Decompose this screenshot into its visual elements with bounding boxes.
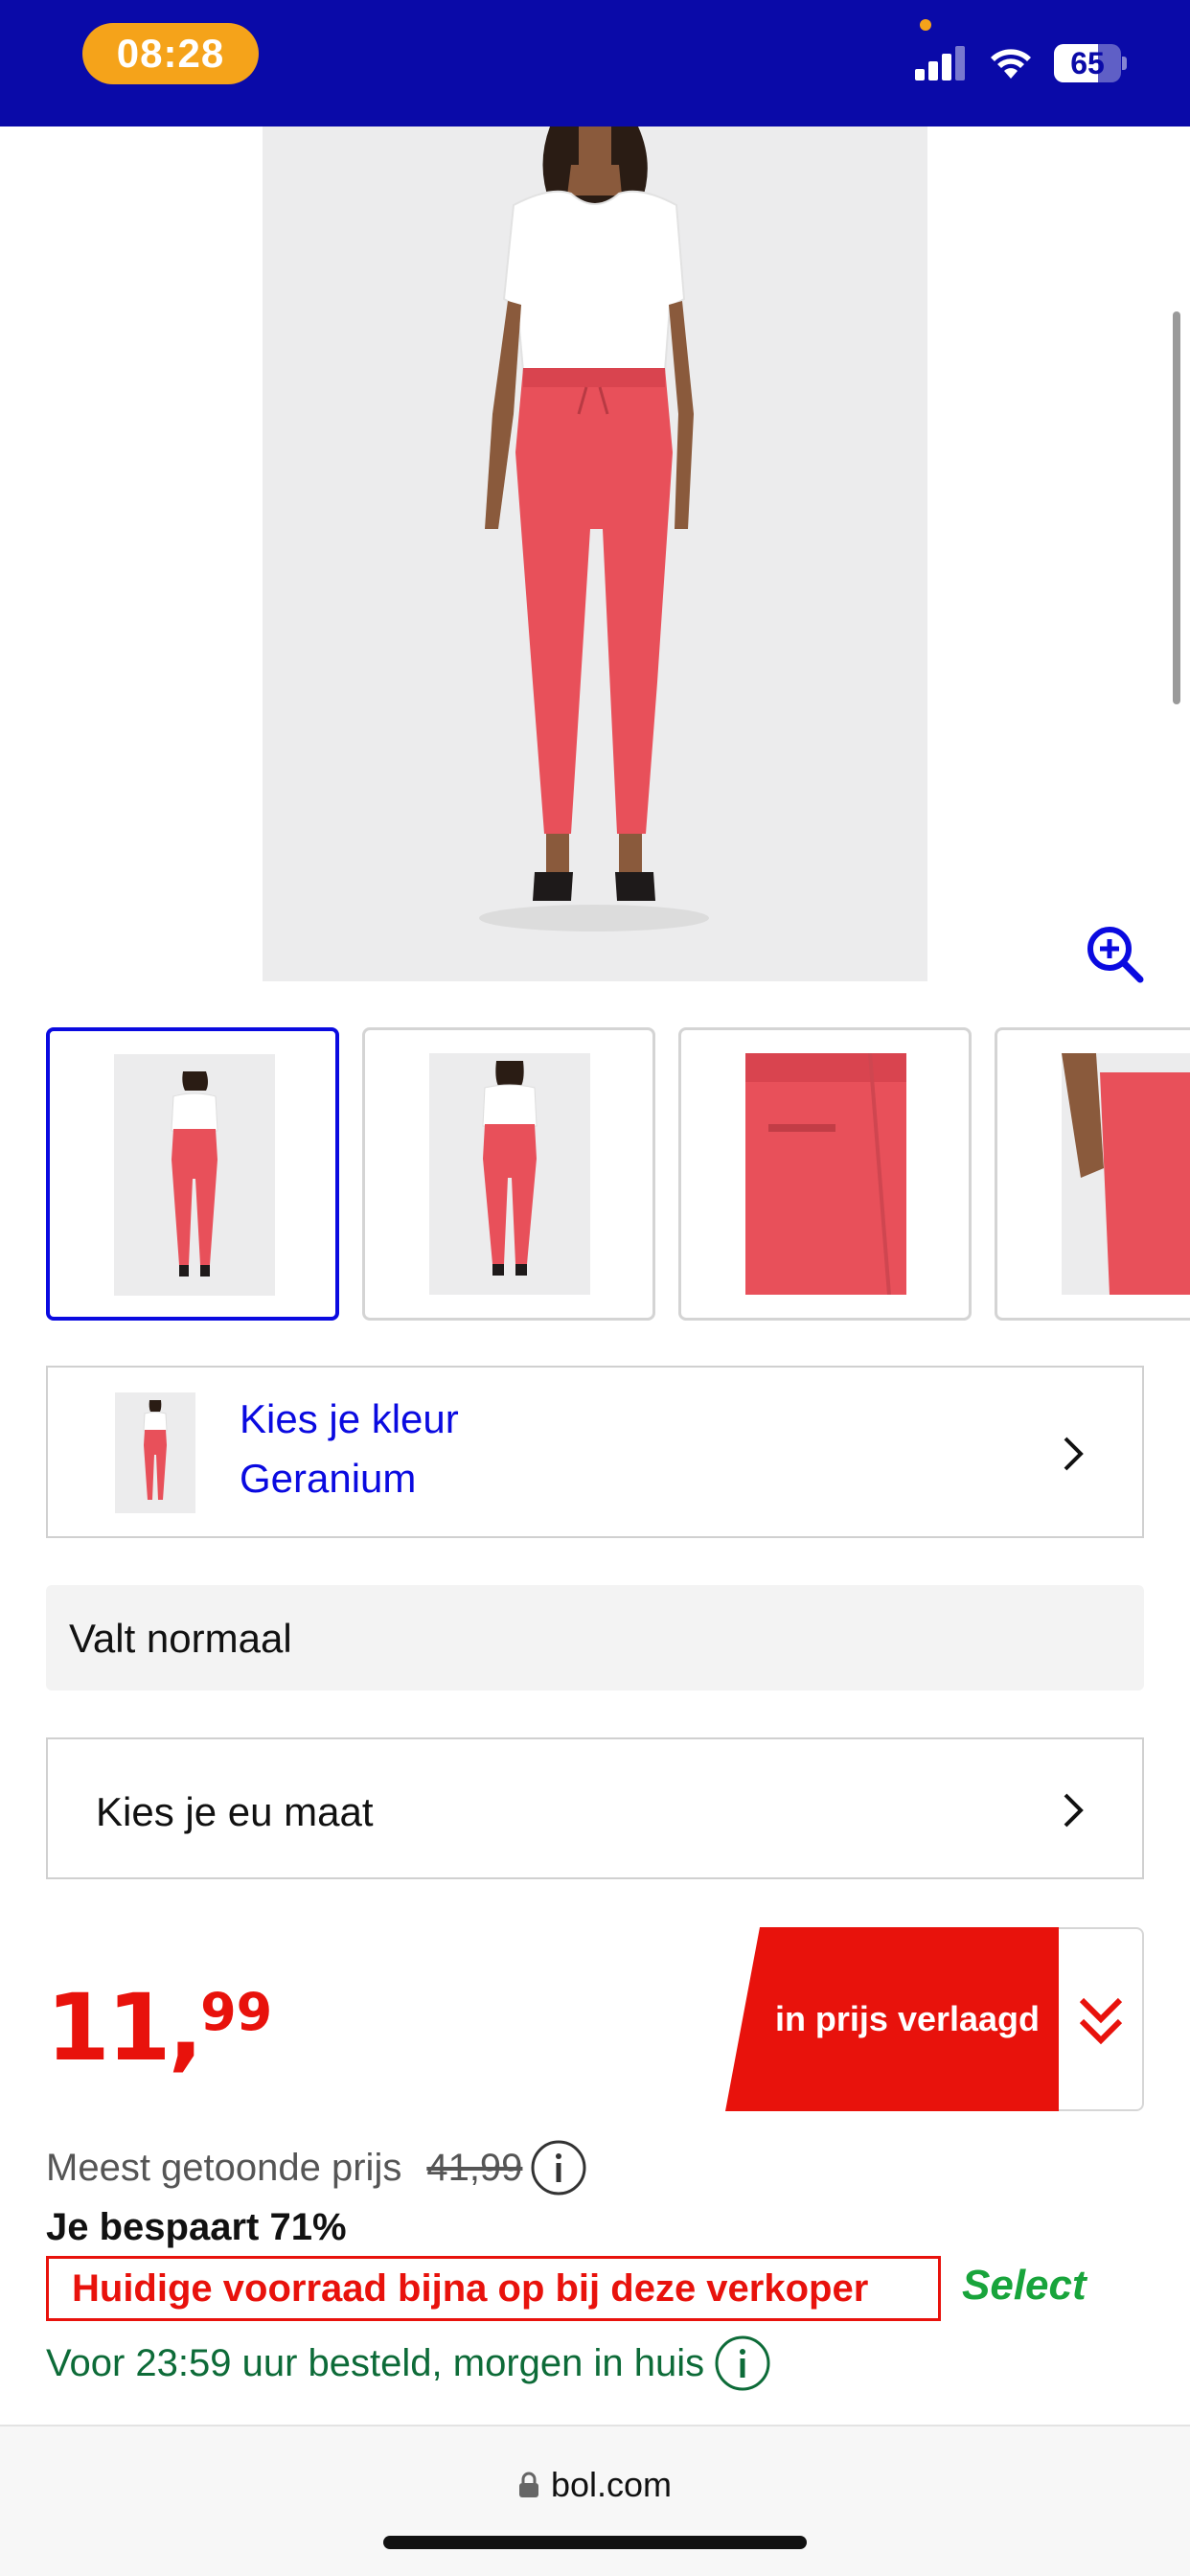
- most-shown-price-row: Meest getoonde prijs 41,99: [46, 2139, 587, 2196]
- privacy-indicator-dot: [920, 19, 931, 31]
- browser-url-bar[interactable]: bol.com: [0, 2425, 1190, 2576]
- price-details-toggle[interactable]: [1059, 1927, 1144, 2111]
- thumbnail-side-detail[interactable]: [995, 1027, 1190, 1321]
- fit-text: Valt normaal: [69, 1616, 292, 1661]
- current-price: 11,99: [46, 1974, 273, 2082]
- stock-warning: Huidige voorraad bijna op bij deze verko…: [46, 2256, 941, 2321]
- selected-color-value: Geranium: [240, 1456, 417, 1501]
- url-text: bol.com: [550, 2465, 673, 2504]
- price-reduced-label: in prijs verlaagd: [774, 1999, 1041, 2038]
- status-bar: 08:28 65: [0, 0, 1190, 126]
- home-indicator[interactable]: [383, 2536, 807, 2549]
- zoom-in-icon[interactable]: [1083, 922, 1146, 985]
- clock-time[interactable]: 08:28: [82, 23, 259, 84]
- thumbnail-carousel[interactable]: [46, 1027, 1190, 1321]
- product-main-image[interactable]: [263, 126, 927, 981]
- battery-icon: 65: [1054, 44, 1127, 82]
- page-scrollbar[interactable]: [1173, 311, 1180, 704]
- lock-icon: [518, 2472, 538, 2497]
- delivery-text: Voor 23:59 uur besteld, morgen in huis: [46, 2341, 705, 2384]
- double-chevron-down-icon: [1079, 1997, 1123, 2045]
- old-price: 41,99: [426, 2146, 523, 2189]
- size-selector-label: Kies je eu maat: [96, 1789, 374, 1834]
- thumbnail-back-view[interactable]: [362, 1027, 655, 1321]
- wifi-icon: [991, 49, 1031, 79]
- color-selector-label: Kies je kleur: [240, 1396, 459, 1441]
- battery-percentage: 65: [1070, 45, 1105, 80]
- delivery-info-row: Voor 23:59 uur besteld, morgen in huis: [46, 2334, 771, 2392]
- fit-indicator: Valt normaal: [46, 1585, 1144, 1690]
- thumbnail-pocket-detail[interactable]: [678, 1027, 972, 1321]
- select-badge[interactable]: Select: [962, 2262, 1087, 2310]
- info-icon[interactable]: [530, 2139, 587, 2196]
- savings-text: Je bespaart 71%: [46, 2206, 347, 2248]
- color-selector[interactable]: Kies je kleur Geranium: [46, 1366, 1144, 1538]
- chevron-right-icon: [1064, 1437, 1084, 1471]
- cellular-signal-icon: [915, 46, 965, 80]
- price-euros: 11: [46, 1974, 172, 2082]
- most-shown-price-label: Meest getoonde prijs: [46, 2146, 402, 2189]
- model-figure-illustration: [263, 126, 927, 981]
- color-swatch-thumbnail: [115, 1392, 195, 1513]
- price-reduced-button[interactable]: in prijs verlaagd: [725, 1927, 1144, 2111]
- price-cents: 99: [200, 1982, 273, 2042]
- info-icon[interactable]: [714, 2334, 771, 2392]
- size-selector[interactable]: Kies je eu maat: [46, 1737, 1144, 1879]
- thumbnail-front-view[interactable]: [46, 1027, 339, 1321]
- chevron-right-icon: [1064, 1793, 1084, 1828]
